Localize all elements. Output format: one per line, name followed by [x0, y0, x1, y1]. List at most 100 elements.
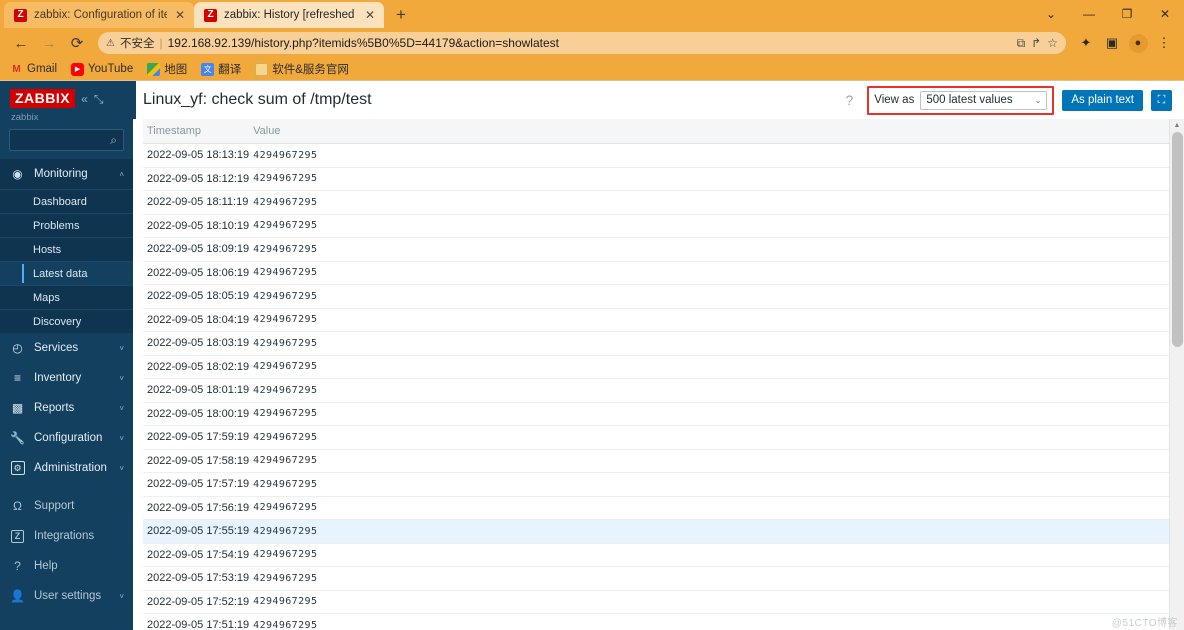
- view-as-select[interactable]: 500 latest values ⌄: [920, 90, 1048, 110]
- table-row[interactable]: 2022-09-05 18:05:19 4294967295: [143, 284, 1184, 309]
- column-header-value[interactable]: Value: [249, 119, 1184, 144]
- table-row[interactable]: 2022-09-05 17:56:19 4294967295: [143, 496, 1184, 520]
- reload-icon[interactable]: ⟳: [64, 30, 90, 56]
- extensions-icon[interactable]: ✦: [1074, 31, 1098, 55]
- new-tab-button[interactable]: +: [388, 2, 414, 28]
- server-name: zabbix: [11, 112, 39, 124]
- sidebar-search-input[interactable]: ⌕: [9, 129, 124, 152]
- sidebar-item-dashboard[interactable]: Dashboard: [0, 189, 133, 213]
- cell-value: 4294967295: [249, 425, 1184, 450]
- side-panel-icon[interactable]: ▣: [1100, 31, 1124, 55]
- chevron-down-icon: ˅: [119, 463, 124, 473]
- vertical-scrollbar[interactable]: ▲: [1169, 119, 1184, 630]
- minimize-icon[interactable]: —: [1070, 0, 1108, 28]
- table-row[interactable]: 2022-09-05 18:12:19 4294967295: [143, 167, 1184, 191]
- avatar: ●: [1128, 33, 1148, 53]
- cell-value: 4294967295: [249, 190, 1184, 215]
- cell-value: 4294967295: [249, 472, 1184, 497]
- share-icon[interactable]: ↱: [1031, 36, 1041, 50]
- cell-timestamp: 2022-09-05 18:00:19: [143, 402, 250, 426]
- table-row[interactable]: 2022-09-05 18:10:19 4294967295: [143, 214, 1184, 238]
- table-row[interactable]: 2022-09-05 18:03:19 4294967295: [143, 331, 1184, 356]
- sidebar-item-hosts[interactable]: Hosts: [0, 237, 133, 261]
- sidebar-item-problems[interactable]: Problems: [0, 213, 133, 237]
- profile-avatar[interactable]: ●: [1126, 31, 1150, 55]
- table-row[interactable]: 2022-09-05 18:11:19 4294967295: [143, 190, 1184, 215]
- sidebar-item-latest-data[interactable]: Latest data: [0, 261, 133, 286]
- table-row[interactable]: 2022-09-05 17:55:19 4294967295: [143, 519, 1184, 544]
- table-row[interactable]: 2022-09-05 17:57:19 4294967295: [143, 472, 1184, 497]
- column-header-timestamp[interactable]: Timestamp: [143, 119, 250, 144]
- table-row[interactable]: 2022-09-05 17:52:19 4294967295: [143, 590, 1184, 614]
- zabbix-favicon: Z: [14, 8, 27, 22]
- kiosk-mode-button[interactable]: ⛶: [1151, 89, 1172, 111]
- bookmark-star-icon[interactable]: ☆: [1047, 36, 1058, 50]
- sidebar-item-configuration[interactable]: 🔧 Configuration ˅: [0, 423, 133, 453]
- sidebar-item-support[interactable]: Ω Support: [0, 491, 133, 521]
- sidebar-item-label: Services: [34, 342, 79, 355]
- cell-timestamp: 2022-09-05 18:10:19: [143, 214, 250, 238]
- table-row[interactable]: 2022-09-05 18:06:19 4294967295: [143, 261, 1184, 285]
- folder-icon: [255, 62, 269, 76]
- bookmark-translate[interactable]: 文 翻译: [201, 61, 241, 77]
- sidebar-item-integrations[interactable]: Z Integrations: [0, 521, 133, 551]
- sidebar-item-inventory[interactable]: ≡ Inventory ˅: [0, 363, 133, 393]
- bookmark-folder[interactable]: 软件&服务官网: [255, 61, 349, 77]
- table-row[interactable]: 2022-09-05 18:02:19 4294967295: [143, 355, 1184, 379]
- table-row[interactable]: 2022-09-05 18:09:19 4294967295: [143, 237, 1184, 262]
- sidebar-item-user-settings[interactable]: 👤 User settings ˅: [0, 581, 133, 611]
- scrollbar-thumb[interactable]: [1172, 132, 1183, 347]
- sidebar-item-discovery[interactable]: Discovery: [0, 309, 133, 333]
- list-icon: ≡: [13, 371, 21, 386]
- sidebar-item-monitoring[interactable]: ◉ Monitoring ˄: [0, 159, 133, 190]
- browser-menu-icon[interactable]: ⋮: [1152, 31, 1176, 55]
- sidebar-item-reports[interactable]: ▩ Reports ˅: [0, 393, 133, 423]
- forward-icon[interactable]: →: [36, 30, 62, 56]
- close-icon[interactable]: ✕: [364, 9, 376, 21]
- sidebar-item-help[interactable]: ? Help: [0, 551, 133, 581]
- translate-icon[interactable]: ⧉: [1017, 36, 1026, 51]
- browser-tab-1[interactable]: Z zabbix: Configuration of items ✕: [4, 2, 194, 28]
- maximize-icon[interactable]: ❐: [1108, 0, 1146, 28]
- sidebar-item-maps[interactable]: Maps: [0, 285, 133, 309]
- cell-timestamp: 2022-09-05 18:02:19: [143, 355, 250, 379]
- bookmark-maps[interactable]: 地图: [147, 61, 187, 77]
- chevron-down-icon[interactable]: ⌄: [1032, 0, 1070, 28]
- zabbix-logo[interactable]: ZABBIX: [10, 89, 76, 109]
- back-icon[interactable]: ←: [8, 30, 34, 56]
- browser-tab-2[interactable]: Z zabbix: History [refreshed ever ✕: [194, 2, 384, 28]
- as-plain-text-button[interactable]: As plain text: [1062, 89, 1143, 111]
- sidebar-item-administration[interactable]: ⚙ Administration ˅: [0, 453, 133, 483]
- table-row[interactable]: 2022-09-05 17:51:19 4294967295: [143, 613, 1184, 630]
- cell-timestamp: 2022-09-05 18:03:19: [143, 331, 250, 356]
- table-row[interactable]: 2022-09-05 18:04:19 4294967295: [143, 308, 1184, 332]
- table-row[interactable]: 2022-09-05 17:53:19 4294967295: [143, 566, 1184, 591]
- cell-timestamp: 2022-09-05 18:06:19: [143, 261, 250, 285]
- bookmark-youtube[interactable]: ▶ YouTube: [71, 62, 134, 76]
- close-icon[interactable]: ✕: [174, 9, 186, 21]
- table-row[interactable]: 2022-09-05 17:59:19 4294967295: [143, 425, 1184, 450]
- table-row[interactable]: 2022-09-05 17:58:19 4294967295: [143, 449, 1184, 473]
- close-window-icon[interactable]: ✕: [1146, 0, 1184, 28]
- collapse-sidebar-icon[interactable]: «: [81, 93, 88, 105]
- bookmark-label: YouTube: [88, 63, 134, 75]
- scroll-up-arrow[interactable]: ▲: [1170, 119, 1184, 132]
- chevron-down-icon: ˅: [119, 373, 124, 383]
- help-icon[interactable]: ?: [839, 92, 859, 108]
- table-row[interactable]: 2022-09-05 18:13:19 4294967295: [143, 143, 1184, 168]
- hide-sidebar-icon[interactable]: ⤡: [94, 93, 104, 105]
- address-bar[interactable]: ⚠ 不安全 | 192.168.92.139/history.php?itemi…: [98, 32, 1066, 54]
- zabbix-favicon: Z: [204, 8, 217, 22]
- table-row[interactable]: 2022-09-05 18:01:19 4294967295: [143, 378, 1184, 403]
- cell-value: 4294967295: [249, 613, 1184, 630]
- warning-icon: ⚠: [106, 37, 115, 49]
- history-table: Timestamp Value 2022-09-05 18:13:19 42949…: [143, 119, 1184, 630]
- omnibox-actions: ⧉ ↱ ☆: [1017, 36, 1058, 51]
- table-row[interactable]: 2022-09-05 17:54:19 4294967295: [143, 543, 1184, 567]
- sidebar-logo-row: ZABBIX « ⤡: [10, 89, 123, 109]
- sidebar-item-services[interactable]: ◴ Services ˅: [0, 333, 133, 363]
- bookmark-gmail[interactable]: M Gmail: [10, 63, 57, 76]
- table-row[interactable]: 2022-09-05 18:00:19 4294967295: [143, 402, 1184, 426]
- sidebar-subitem-label: Dashboard: [33, 195, 87, 208]
- cell-timestamp: 2022-09-05 18:11:19: [143, 190, 250, 215]
